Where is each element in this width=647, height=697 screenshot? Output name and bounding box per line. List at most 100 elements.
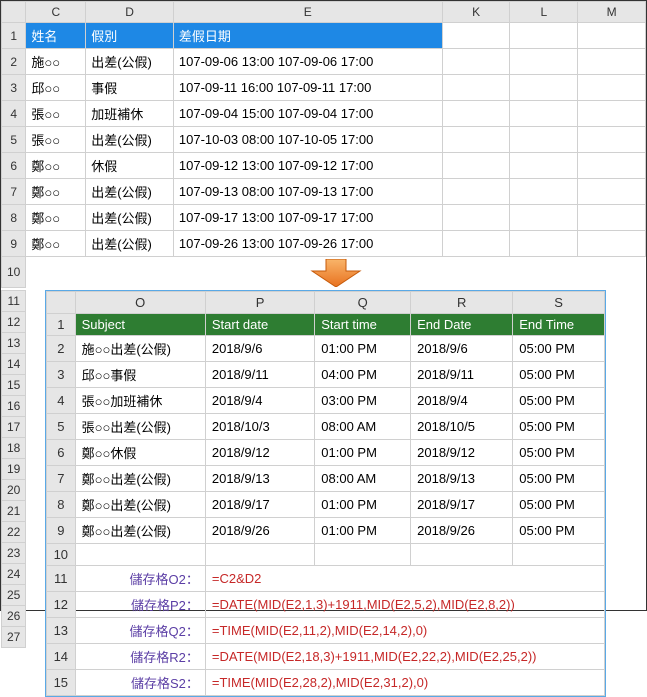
cell[interactable]: [442, 23, 510, 49]
cell[interactable]: [510, 101, 578, 127]
formula-text[interactable]: =DATE(MID(E2,1,3)+1911,MID(E2,5,2),MID(E…: [205, 591, 604, 617]
colhead-q[interactable]: Q: [315, 291, 411, 313]
cell[interactable]: [510, 23, 578, 49]
colhead-k[interactable]: K: [442, 2, 510, 23]
cell-p[interactable]: 2018/9/26: [205, 517, 314, 543]
colhead-d[interactable]: D: [86, 2, 174, 23]
cell-e[interactable]: 107-09-11 16:00 107-09-11 17:00: [173, 75, 442, 101]
cell-p[interactable]: 2018/9/4: [205, 387, 314, 413]
rowhead[interactable]: 5: [47, 413, 76, 439]
cell[interactable]: [510, 205, 578, 231]
cell-d[interactable]: 出差(公假): [86, 127, 174, 153]
cell-d[interactable]: 出差(公假): [86, 179, 174, 205]
cell-q[interactable]: 04:00 PM: [315, 361, 411, 387]
cell[interactable]: [578, 23, 646, 49]
rowhead[interactable]: 27: [2, 626, 26, 647]
hdr-name[interactable]: 姓名: [26, 23, 86, 49]
rowhead[interactable]: 25: [2, 584, 26, 605]
cell[interactable]: [578, 75, 646, 101]
cell[interactable]: [510, 75, 578, 101]
formula-text[interactable]: =TIME(MID(E2,11,2),MID(E2,14,2),0): [205, 617, 604, 643]
rowhead[interactable]: 24: [2, 563, 26, 584]
cell-o[interactable]: 鄭○○出差(公假): [75, 491, 205, 517]
formula-label[interactable]: 儲存格O2：: [75, 565, 205, 591]
rowhead[interactable]: 15: [47, 669, 76, 695]
rowhead[interactable]: 11: [2, 290, 26, 311]
cell-o[interactable]: 張○○出差(公假): [75, 413, 205, 439]
hdr-subject[interactable]: Subject: [75, 313, 205, 335]
rowhead[interactable]: 17: [2, 416, 26, 437]
cell-e[interactable]: 107-09-26 13:00 107-09-26 17:00: [173, 231, 442, 257]
rowhead[interactable]: 23: [2, 542, 26, 563]
colhead-o[interactable]: O: [75, 291, 205, 313]
cell[interactable]: [510, 49, 578, 75]
cell[interactable]: [578, 231, 646, 257]
cell-o[interactable]: 邱○○事假: [75, 361, 205, 387]
cell[interactable]: [442, 231, 510, 257]
rowhead-1[interactable]: 1: [47, 313, 76, 335]
rowhead[interactable]: 6: [47, 439, 76, 465]
rowhead[interactable]: 5: [2, 127, 26, 153]
cell-q[interactable]: 08:00 AM: [315, 465, 411, 491]
rowhead[interactable]: 13: [2, 332, 26, 353]
cell-q[interactable]: 01:00 PM: [315, 491, 411, 517]
rowhead[interactable]: 8: [2, 205, 26, 231]
cell-e[interactable]: 107-09-13 08:00 107-09-13 17:00: [173, 179, 442, 205]
cell[interactable]: [442, 127, 510, 153]
formula-label[interactable]: 儲存格R2：: [75, 643, 205, 669]
cell-e[interactable]: 107-09-17 13:00 107-09-17 17:00: [173, 205, 442, 231]
cell-s[interactable]: 05:00 PM: [513, 465, 605, 491]
cell-r[interactable]: 2018/9/17: [411, 491, 513, 517]
cell-c[interactable]: 鄭○○: [26, 205, 86, 231]
rowhead[interactable]: 12: [47, 591, 76, 617]
rowhead[interactable]: 9: [2, 231, 26, 257]
colhead-m[interactable]: M: [578, 2, 646, 23]
rowhead[interactable]: 19: [2, 458, 26, 479]
colhead-e[interactable]: E: [173, 2, 442, 23]
cell-c[interactable]: 鄭○○: [26, 153, 86, 179]
cell[interactable]: [578, 179, 646, 205]
rowhead[interactable]: 2: [2, 49, 26, 75]
cell-c[interactable]: 張○○: [26, 127, 86, 153]
cell-s[interactable]: 05:00 PM: [513, 439, 605, 465]
cell-q[interactable]: 03:00 PM: [315, 387, 411, 413]
cell-c[interactable]: 邱○○: [26, 75, 86, 101]
rowhead[interactable]: 7: [2, 179, 26, 205]
cell[interactable]: [513, 543, 605, 565]
rowhead[interactable]: 3: [47, 361, 76, 387]
rowhead[interactable]: 9: [47, 517, 76, 543]
hdr-endtime[interactable]: End Time: [513, 313, 605, 335]
colhead-l[interactable]: L: [510, 2, 578, 23]
cell-s[interactable]: 05:00 PM: [513, 491, 605, 517]
cell-d[interactable]: 出差(公假): [86, 49, 174, 75]
cell-p[interactable]: 2018/10/3: [205, 413, 314, 439]
cell-r[interactable]: 2018/9/11: [411, 361, 513, 387]
cell[interactable]: [205, 543, 314, 565]
cell-p[interactable]: 2018/9/12: [205, 439, 314, 465]
rowhead[interactable]: 20: [2, 479, 26, 500]
rowhead[interactable]: 4: [2, 101, 26, 127]
cell-q[interactable]: 01:00 PM: [315, 439, 411, 465]
cell-o[interactable]: 鄭○○出差(公假): [75, 465, 205, 491]
cell-q[interactable]: 01:00 PM: [315, 517, 411, 543]
cell-e[interactable]: 107-09-06 13:00 107-09-06 17:00: [173, 49, 442, 75]
cell[interactable]: [442, 205, 510, 231]
cell-s[interactable]: 05:00 PM: [513, 413, 605, 439]
rowhead[interactable]: 15: [2, 374, 26, 395]
hdr-enddate[interactable]: End Date: [411, 313, 513, 335]
cell[interactable]: [578, 101, 646, 127]
cell[interactable]: [442, 153, 510, 179]
cell-c[interactable]: 鄭○○: [26, 179, 86, 205]
cell-e[interactable]: 107-10-03 08:00 107-10-05 17:00: [173, 127, 442, 153]
hdr-startdate[interactable]: Start date: [205, 313, 314, 335]
cell-d[interactable]: 出差(公假): [86, 231, 174, 257]
rowhead[interactable]: 11: [47, 565, 76, 591]
cell-d[interactable]: 休假: [86, 153, 174, 179]
formula-text[interactable]: =TIME(MID(E2,28,2),MID(E2,31,2),0): [205, 669, 604, 695]
cell-q[interactable]: 01:00 PM: [315, 335, 411, 361]
rowhead[interactable]: 4: [47, 387, 76, 413]
cell-r[interactable]: 2018/9/12: [411, 439, 513, 465]
rowhead[interactable]: 3: [2, 75, 26, 101]
cell-p[interactable]: 2018/9/11: [205, 361, 314, 387]
cell-d[interactable]: 出差(公假): [86, 205, 174, 231]
